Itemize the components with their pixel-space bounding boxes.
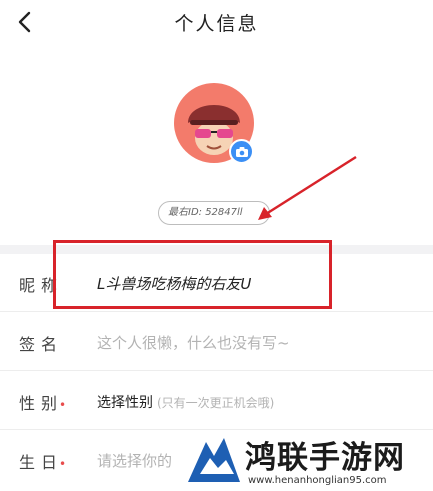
avatar-section	[174, 83, 258, 167]
user-id-badge: 最右ID: 52847ll	[158, 201, 270, 225]
birthday-placeholder: 请选择你的	[97, 452, 173, 470]
gender-value: 选择性别	[97, 395, 153, 411]
watermark-text: 鸿联手游网	[245, 440, 405, 476]
gender-label: 性别	[19, 394, 64, 413]
signature-label: 签名	[19, 335, 64, 354]
birthday-label: 生日	[19, 453, 64, 472]
watermark-logo-icon	[188, 438, 240, 482]
top-nav-bar: 个人信息	[0, 0, 433, 46]
page-title: 个人信息	[174, 13, 259, 35]
required-dot: •	[59, 457, 73, 471]
signature-row[interactable]: 签名 这个人很懒，什么也没有写~	[0, 313, 433, 371]
watermark: 鸿联手游网 www.henanhonglian95.com	[178, 430, 433, 491]
camera-icon[interactable]	[229, 139, 254, 164]
signature-placeholder: 这个人很懒，什么也没有写~	[97, 334, 290, 352]
gender-row[interactable]: 性别• 选择性别 (只有一次更正机会哦)	[0, 372, 433, 430]
annotation-box	[53, 240, 332, 309]
watermark-url: www.henanhonglian95.com	[248, 475, 387, 486]
required-dot: •	[59, 398, 73, 412]
gender-hint: (只有一次更正机会哦)	[157, 396, 275, 410]
